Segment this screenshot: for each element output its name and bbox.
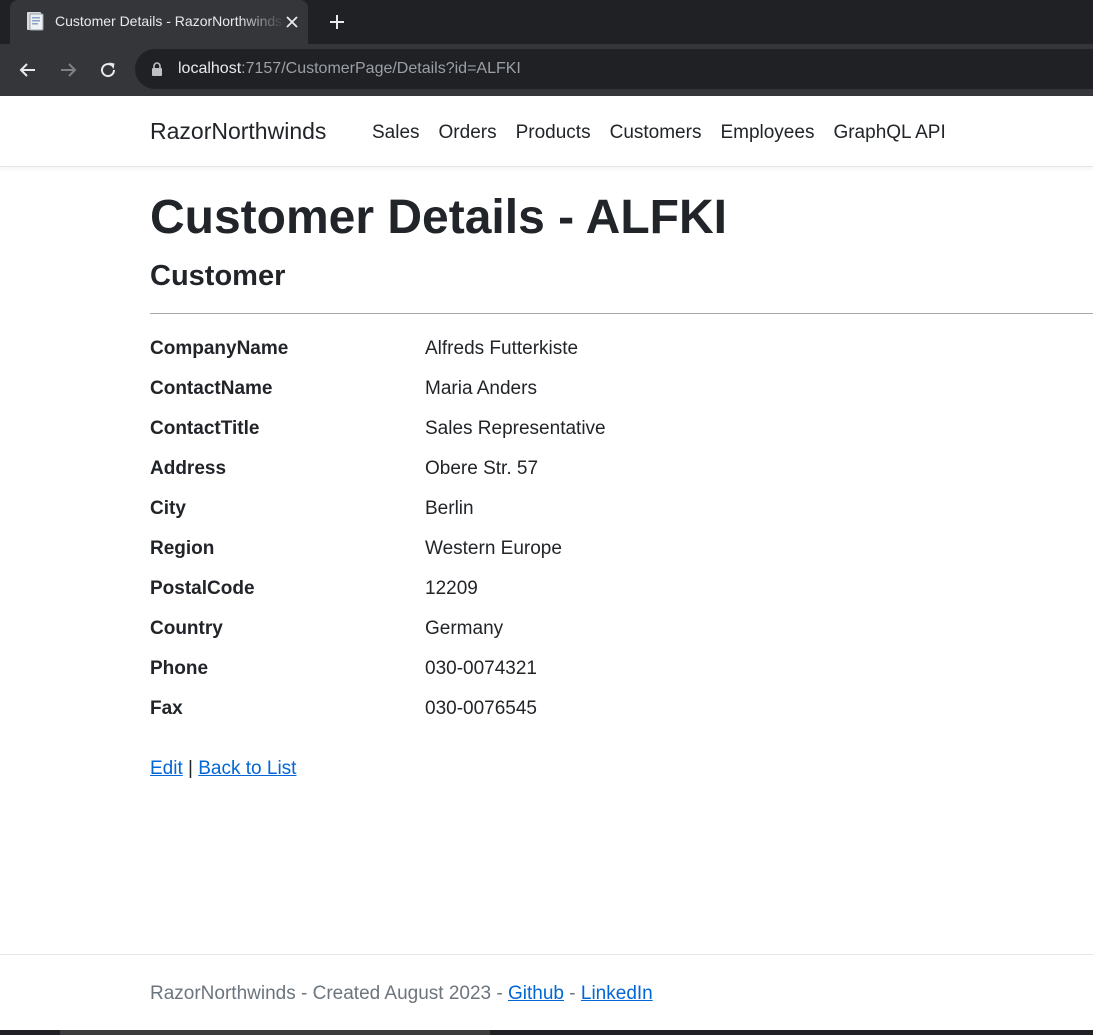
detail-value: 12209 xyxy=(425,578,478,599)
detail-row-contact-name: ContactName Maria Anders xyxy=(150,378,850,418)
page-icon xyxy=(26,11,44,31)
taskbar-segment xyxy=(60,1030,490,1035)
address-bar[interactable]: localhost:7157/CustomerPage/Details?id=A… xyxy=(135,49,1093,89)
detail-row-postal-code: PostalCode 12209 xyxy=(150,578,850,618)
site-header: RazorNorthwinds Sales Orders Products Cu… xyxy=(0,96,1093,167)
url-path: :7157/CustomerPage/Details?id=ALFKI xyxy=(241,60,521,77)
linkedin-link[interactable]: LinkedIn xyxy=(581,983,653,1004)
footer-dash: - xyxy=(564,983,581,1004)
detail-label: CompanyName xyxy=(150,338,289,359)
detail-label: ContactName xyxy=(150,378,273,399)
footer-text: RazorNorthwinds - Created August 2023 - … xyxy=(150,983,653,1005)
reload-icon[interactable] xyxy=(94,56,122,84)
footer-credit: RazorNorthwinds - Created August 2023 - xyxy=(150,983,509,1004)
forward-arrow-icon[interactable] xyxy=(54,56,82,84)
nav-link-graphql-api[interactable]: GraphQL API xyxy=(833,122,945,144)
detail-value: Berlin xyxy=(425,498,474,519)
detail-row-country: Country Germany xyxy=(150,618,850,658)
browser-tab[interactable]: Customer Details - RazorNorthwinds xyxy=(10,0,308,44)
browser-tab-bar: Customer Details - RazorNorthwinds xyxy=(0,0,1093,44)
edit-link[interactable]: Edit xyxy=(150,758,183,779)
detail-row-company-name: CompanyName Alfreds Futterkiste xyxy=(150,338,850,378)
detail-label: Fax xyxy=(150,698,183,719)
browser-toolbar: localhost:7157/CustomerPage/Details?id=A… xyxy=(0,44,1093,96)
detail-label: ContactTitle xyxy=(150,418,260,439)
site-footer: RazorNorthwinds - Created August 2023 - … xyxy=(0,954,1093,1031)
github-link[interactable]: Github xyxy=(508,983,564,1004)
detail-row-city: City Berlin xyxy=(150,498,850,538)
section-subtitle: Customer xyxy=(150,260,286,292)
nav-link-customers[interactable]: Customers xyxy=(610,122,702,144)
window-bottom-edge xyxy=(0,1030,1093,1035)
nav-link-products[interactable]: Products xyxy=(516,122,591,144)
divider xyxy=(150,313,1093,314)
nav-link-sales[interactable]: Sales xyxy=(372,122,420,144)
brand-link[interactable]: RazorNorthwinds xyxy=(150,118,326,145)
url-host: localhost xyxy=(178,60,242,77)
detail-row-region: Region Western Europe xyxy=(150,538,850,578)
detail-label: Country xyxy=(150,618,223,639)
main-nav: Sales Orders Products Customers Employee… xyxy=(372,122,965,144)
detail-row-fax: Fax 030-0076545 xyxy=(150,698,850,738)
nav-link-employees[interactable]: Employees xyxy=(720,122,814,144)
new-tab-icon[interactable] xyxy=(325,10,349,34)
detail-label: City xyxy=(150,498,186,519)
detail-value: Western Europe xyxy=(425,538,562,559)
url-text: localhost:7157/CustomerPage/Details?id=A… xyxy=(178,60,521,78)
nav-link-orders[interactable]: Orders xyxy=(439,122,497,144)
detail-value: Sales Representative xyxy=(425,418,606,439)
action-separator: | xyxy=(188,758,193,779)
lock-icon[interactable] xyxy=(151,62,163,76)
page-title: Customer Details - ALFKI xyxy=(150,191,727,244)
detail-label: Phone xyxy=(150,658,209,679)
detail-value: Obere Str. 57 xyxy=(425,458,539,479)
close-icon[interactable] xyxy=(282,12,302,32)
detail-value: 030-0074321 xyxy=(425,658,537,679)
detail-value: 030-0076545 xyxy=(425,698,537,719)
customer-details-list: CompanyName Alfreds Futterkiste ContactN… xyxy=(150,338,850,738)
detail-value: Maria Anders xyxy=(425,378,537,399)
back-to-list-link[interactable]: Back to List xyxy=(198,758,296,779)
detail-value: Germany xyxy=(425,618,504,639)
detail-label: Region xyxy=(150,538,215,559)
detail-value: Alfreds Futterkiste xyxy=(425,338,579,359)
back-arrow-icon[interactable] xyxy=(14,56,42,84)
detail-label: Address xyxy=(150,458,227,479)
detail-row-phone: Phone 030-0074321 xyxy=(150,658,850,698)
tab-title: Customer Details - RazorNorthwinds xyxy=(55,13,283,29)
detail-label: PostalCode xyxy=(150,578,255,599)
detail-actions: Edit | Back to List xyxy=(150,758,296,780)
detail-row-address: Address Obere Str. 57 xyxy=(150,458,850,498)
detail-row-contact-title: ContactTitle Sales Representative xyxy=(150,418,850,458)
